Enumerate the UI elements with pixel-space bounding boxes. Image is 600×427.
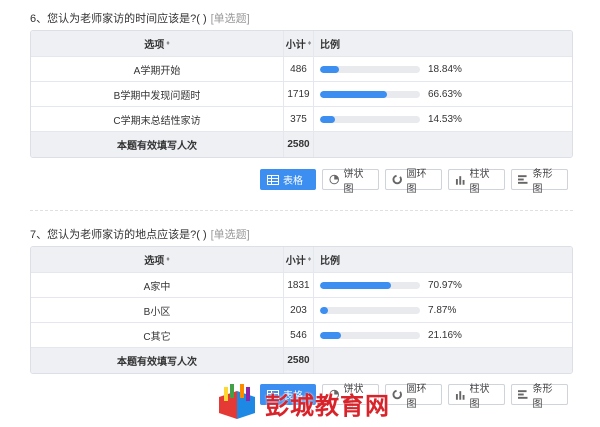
pie-chart-icon bbox=[329, 174, 339, 185]
table-row: A学期开始 486 18.84% bbox=[31, 57, 572, 82]
ring-chart-icon bbox=[392, 174, 402, 185]
header-count[interactable]: 小计 ♦ bbox=[284, 247, 314, 272]
progress-fill bbox=[320, 65, 339, 73]
result-table: 选项 ♦ 小计 ♦ 比例 A家中 1831 70.97% B小区 203 7.87%… bbox=[30, 246, 573, 374]
sort-icon[interactable]: ♦ bbox=[166, 40, 170, 47]
option-label: B小区 bbox=[31, 298, 284, 322]
column-chart-button[interactable]: 柱状图 bbox=[448, 169, 505, 195]
question-title: 7、您认为老师家访的地点应该是?( ) [单选题] bbox=[30, 226, 250, 242]
sort-icon[interactable]: ♦ bbox=[308, 256, 312, 263]
progress-fill bbox=[320, 331, 342, 339]
header-option[interactable]: 选项 ♦ bbox=[31, 247, 284, 272]
percent-text: 18.84% bbox=[428, 63, 462, 75]
column-chart-icon bbox=[455, 391, 465, 400]
column-chart-button[interactable]: 柱状图 bbox=[448, 384, 505, 410]
progress-fill bbox=[320, 90, 387, 98]
progress-fill bbox=[320, 281, 391, 289]
progress-bar bbox=[320, 306, 420, 314]
percent-text: 21.16% bbox=[428, 329, 462, 341]
ratio-cell: 14.53% bbox=[314, 107, 572, 131]
sort-icon[interactable]: ♦ bbox=[166, 256, 170, 263]
option-count: 203 bbox=[284, 298, 314, 322]
option-count: 486 bbox=[284, 57, 314, 81]
percent-text: 14.53% bbox=[428, 113, 462, 125]
ratio-cell: 7.87% bbox=[314, 298, 572, 322]
ratio-cell: 21.16% bbox=[314, 323, 572, 347]
ring-chart-icon bbox=[392, 389, 402, 400]
percent-text: 7.87% bbox=[428, 304, 457, 316]
option-label: A学期开始 bbox=[31, 57, 284, 81]
bar-chart-button[interactable]: 条形图 bbox=[511, 384, 568, 410]
question-text: 6、您认为老师家访的时间应该是?( ) bbox=[30, 13, 207, 25]
bar-chart-icon bbox=[518, 390, 528, 399]
option-count: 1831 bbox=[284, 273, 314, 297]
header-option[interactable]: 选项 ♦ bbox=[31, 31, 284, 56]
column-chart-icon bbox=[455, 176, 465, 185]
progress-bar bbox=[320, 281, 420, 289]
progress-bar bbox=[320, 90, 420, 98]
ratio-cell: 18.84% bbox=[314, 57, 572, 81]
ring-chart-button[interactable]: 圆环图 bbox=[385, 384, 442, 410]
header-count[interactable]: 小计 ♦ bbox=[284, 31, 314, 56]
question-type: [单选题] bbox=[210, 13, 250, 25]
watermark: 彭城教育网 bbox=[215, 383, 390, 423]
option-count: 1719 bbox=[284, 82, 314, 106]
table-header: 选项 ♦ 小计 ♦ 比例 bbox=[31, 31, 572, 57]
progress-fill bbox=[320, 306, 328, 314]
section-divider bbox=[30, 210, 573, 211]
option-label: A家中 bbox=[31, 273, 284, 297]
ratio-cell: 70.97% bbox=[314, 273, 572, 297]
table-header: 选项 ♦ 小计 ♦ 比例 bbox=[31, 247, 572, 273]
ratio-cell: 66.63% bbox=[314, 82, 572, 106]
table-row: C其它 546 21.16% bbox=[31, 323, 572, 348]
question-title: 6、您认为老师家访的时间应该是?( ) [单选题] bbox=[30, 10, 250, 26]
question-type: [单选题] bbox=[210, 229, 250, 241]
result-table: 选项 ♦ 小计 ♦ 比例 A学期开始 486 18.84% B学期中发现问题时 17… bbox=[30, 30, 573, 158]
progress-bar bbox=[320, 331, 420, 339]
ring-chart-button[interactable]: 圆环图 bbox=[385, 169, 442, 195]
option-label: C学期末总结性家访 bbox=[31, 107, 284, 131]
progress-bar bbox=[320, 115, 420, 123]
progress-fill bbox=[320, 115, 335, 123]
table-row: B小区 203 7.87% bbox=[31, 298, 572, 323]
table-row: A家中 1831 70.97% bbox=[31, 273, 572, 298]
header-ratio: 比例 bbox=[320, 256, 340, 267]
sort-icon[interactable]: ♦ bbox=[308, 40, 312, 47]
option-count: 375 bbox=[284, 107, 314, 131]
bar-chart-button[interactable]: 条形图 bbox=[511, 169, 568, 195]
option-label: C其它 bbox=[31, 323, 284, 347]
total-label: 本题有效填写人次 bbox=[31, 348, 284, 373]
total-count: 2580 bbox=[284, 132, 314, 157]
progress-bar bbox=[320, 65, 420, 73]
total-count: 2580 bbox=[284, 348, 314, 373]
bar-chart-icon bbox=[518, 175, 528, 184]
pie-chart-button[interactable]: 饼状图 bbox=[322, 169, 379, 195]
percent-text: 70.97% bbox=[428, 279, 462, 291]
option-label: B学期中发现问题时 bbox=[31, 82, 284, 106]
table-view-button[interactable]: 表格 bbox=[260, 169, 316, 190]
table-total-row: 本题有效填写人次 2580 bbox=[31, 132, 572, 157]
percent-text: 66.63% bbox=[428, 88, 462, 100]
table-icon bbox=[267, 174, 279, 185]
question-text: 7、您认为老师家访的地点应该是?( ) bbox=[30, 229, 207, 241]
total-label: 本题有效填写人次 bbox=[31, 132, 284, 157]
book-logo-icon bbox=[219, 384, 255, 419]
option-count: 546 bbox=[284, 323, 314, 347]
header-ratio: 比例 bbox=[320, 40, 340, 51]
chart-view-buttons: 表格 饼状图 圆环图 柱状图 条形图 bbox=[260, 169, 568, 195]
table-total-row: 本题有效填写人次 2580 bbox=[31, 348, 572, 373]
table-row: B学期中发现问题时 1719 66.63% bbox=[31, 82, 572, 107]
watermark-text: 彭城教育网 bbox=[265, 391, 390, 420]
table-row: C学期末总结性家访 375 14.53% bbox=[31, 107, 572, 132]
